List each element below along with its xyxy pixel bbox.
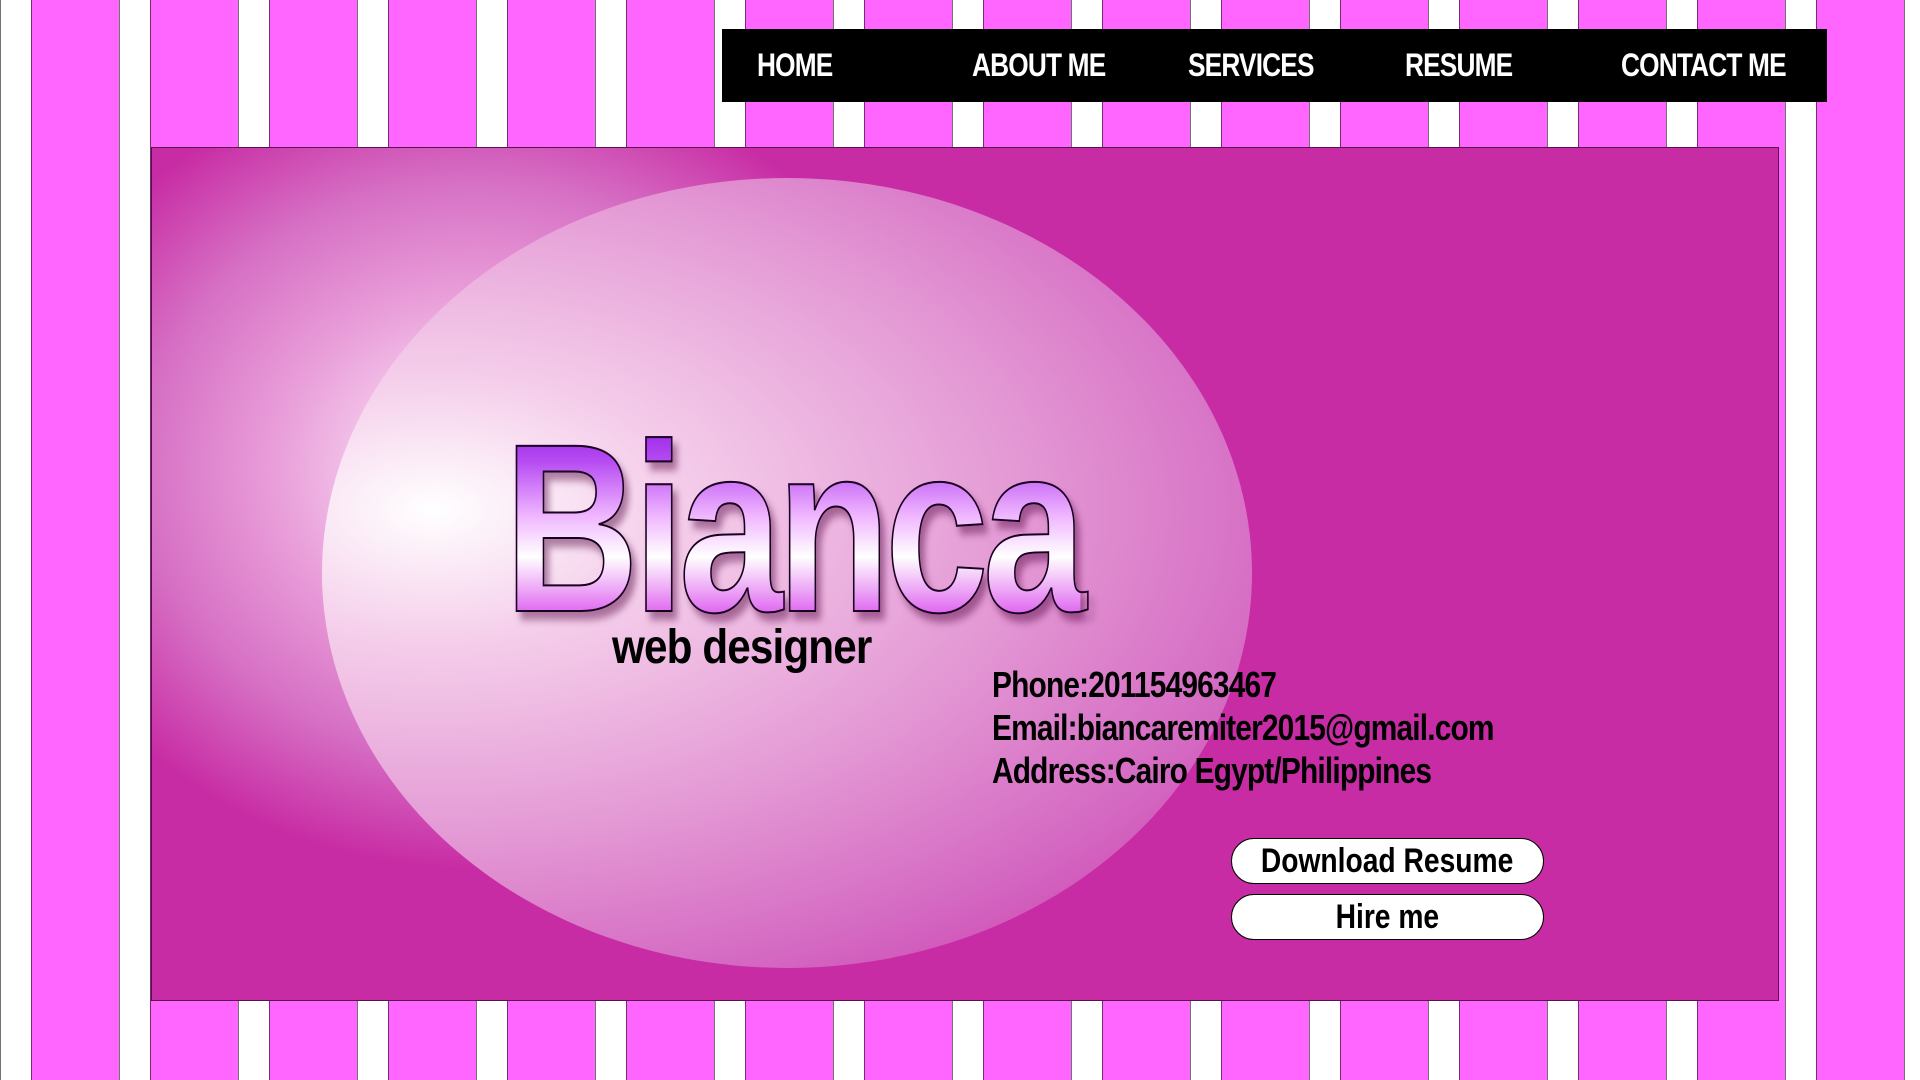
nav-contact-me[interactable]: CONTACT ME (1621, 29, 1787, 102)
nav-home[interactable]: HOME (757, 29, 833, 102)
top-nav: HOME ABOUT ME SERVICES RESUME CONTACT ME (722, 29, 1827, 102)
hire-me-button[interactable]: Hire me (1231, 894, 1544, 940)
nav-services[interactable]: SERVICES (1188, 29, 1314, 102)
hero-role: web designer (612, 621, 872, 674)
contact-phone: Phone:201154963467 (992, 664, 1277, 705)
download-resume-label: Download Resume (1261, 842, 1514, 880)
hero-panel: Bianca web designer Phone:201154963467 E… (151, 147, 1779, 1001)
nav-about-me[interactable]: ABOUT ME (972, 29, 1106, 102)
hire-me-label: Hire me (1335, 898, 1440, 936)
download-resume-button[interactable]: Download Resume (1231, 838, 1544, 884)
contact-email: Email:biancaremiter2015@gmail.com (992, 707, 1494, 748)
contact-address: Address:Cairo Egypt/Philippines (992, 750, 1432, 791)
hero-name: Bianca (503, 394, 1087, 662)
nav-resume[interactable]: RESUME (1405, 29, 1513, 102)
page-background: HOME ABOUT ME SERVICES RESUME CONTACT ME… (0, 0, 1920, 1080)
